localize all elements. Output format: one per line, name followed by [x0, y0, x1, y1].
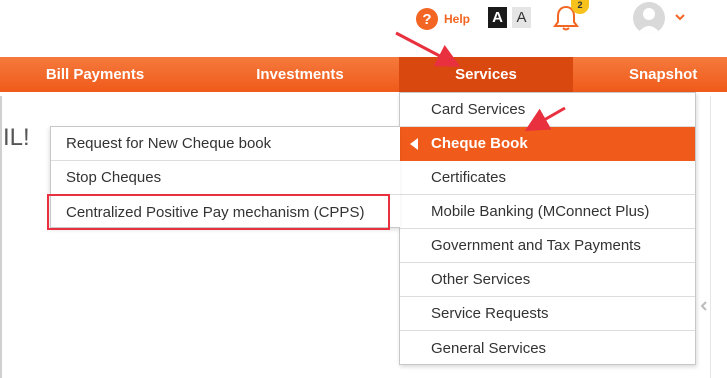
menu-item-label: Other Services	[431, 271, 531, 288]
page-greeting: IL!	[3, 124, 30, 151]
chevron-left-icon[interactable]	[698, 298, 710, 314]
menu-item-certificates[interactable]: Certificates	[400, 161, 695, 195]
menu-item-label: General Services	[431, 339, 547, 357]
notification-badge: 2	[571, 0, 589, 14]
menu-item-mobile-banking[interactable]: Mobile Banking (MConnect Plus)	[400, 195, 695, 229]
menu-item-general-services[interactable]: General Services	[400, 331, 695, 365]
menu-item-label: Mobile Banking (MConnect Plus)	[431, 203, 650, 220]
user-silhouette-icon	[637, 8, 661, 34]
top-utility-bar: ? Help A A 2	[0, 0, 727, 55]
menu-item-label: Government and Tax Payments	[431, 237, 641, 254]
menu-item-other-services[interactable]: Other Services	[400, 263, 695, 297]
menu-item-service-requests[interactable]: Service Requests	[400, 297, 695, 331]
submenu-item-request-cheque-book[interactable]: Request for New Cheque book	[51, 127, 400, 161]
nav-snapshot[interactable]: Snapshot	[600, 57, 727, 92]
menu-item-label: Cheque Book	[431, 135, 528, 152]
caret-left-icon	[410, 138, 418, 150]
menu-item-cheque-book[interactable]: Cheque Book	[400, 127, 695, 161]
nav-investments[interactable]: Investments	[200, 57, 400, 92]
help-icon: ?	[416, 8, 438, 30]
menu-item-label: Card Services	[431, 101, 526, 118]
nav-services[interactable]: Services	[399, 57, 573, 92]
services-dropdown: Card Services Cheque Book Certificates M…	[399, 92, 696, 365]
menu-item-card-services[interactable]: Card Services	[400, 93, 695, 127]
chevron-down-icon[interactable]	[674, 12, 686, 22]
submenu-item-stop-cheques[interactable]: Stop Cheques	[51, 161, 400, 195]
cut-off-text-strip	[0, 0, 727, 5]
help-link[interactable]: ? Help	[416, 8, 470, 30]
menu-item-label: Certificates	[431, 169, 507, 186]
font-size-large-button[interactable]: A	[488, 7, 507, 28]
help-label: Help	[444, 12, 471, 26]
nav-bill-payments[interactable]: Bill Payments	[0, 57, 190, 92]
side-rail	[710, 96, 711, 378]
menu-item-label: Service Requests	[431, 305, 549, 322]
font-size-small-button[interactable]: A	[512, 7, 531, 28]
menu-item-government-tax[interactable]: Government and Tax Payments	[400, 229, 695, 263]
avatar[interactable]	[633, 2, 665, 34]
annotation-highlight-box	[47, 194, 390, 230]
content-left-border	[0, 96, 2, 378]
main-navigation: Bill Payments Investments Services Snaps…	[0, 57, 727, 92]
